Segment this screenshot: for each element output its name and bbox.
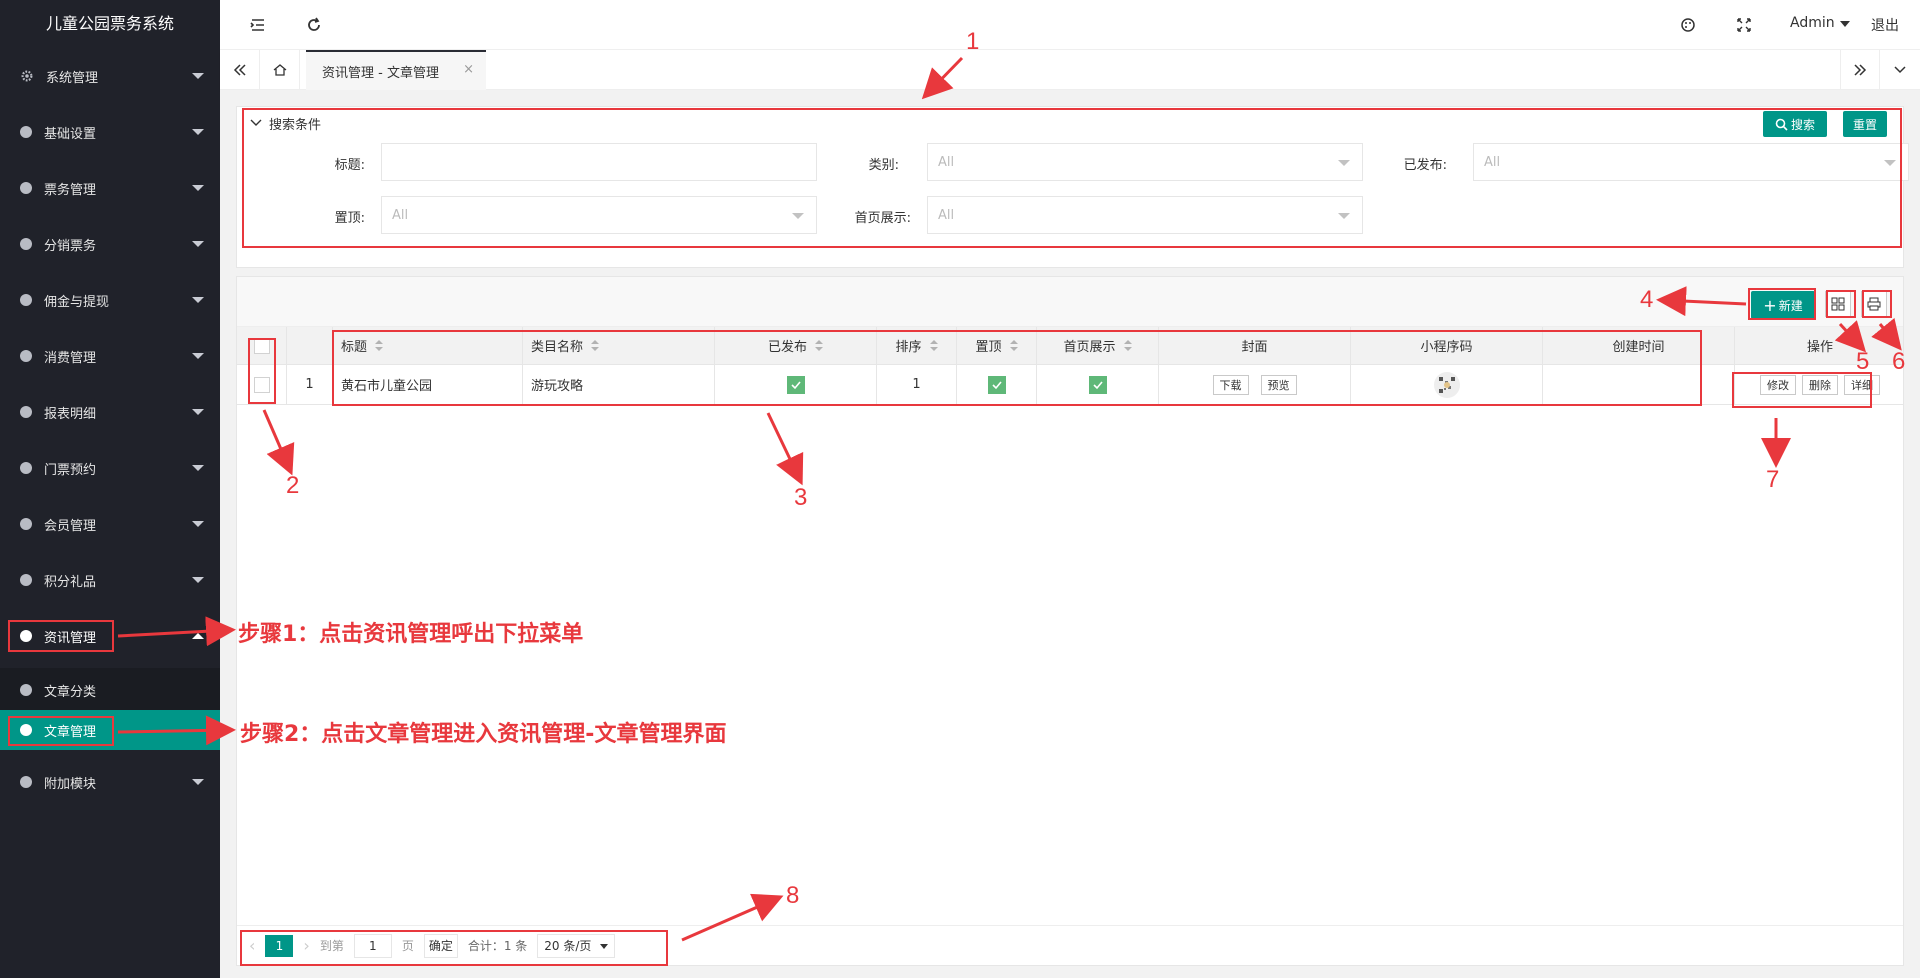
annotation-number-2: 2 xyxy=(286,472,300,499)
bullet-icon xyxy=(20,406,32,418)
logout-link[interactable]: 退出 xyxy=(1871,15,1899,35)
annotation-box-1 xyxy=(242,108,1902,248)
sidebar-item-label: 会员管理 xyxy=(44,518,97,534)
sidebar-item-label: 消费管理 xyxy=(44,350,97,366)
tab-scroll-left[interactable] xyxy=(220,50,260,90)
caret-down-icon xyxy=(192,129,204,135)
topbar: Admin 退出 xyxy=(220,0,1920,50)
tab-scroll-right[interactable] xyxy=(1840,50,1880,90)
annotation-number-6: 6 xyxy=(1892,348,1906,375)
sidebar-item-label: 积分礼品 xyxy=(44,574,97,590)
annotation-box-6 xyxy=(1862,290,1892,318)
theme-icon[interactable] xyxy=(1678,15,1698,35)
annotation-box-step2 xyxy=(8,716,114,746)
caret-down-icon xyxy=(192,577,204,583)
annotation-number-3: 3 xyxy=(794,484,808,511)
annotation-box-4 xyxy=(1748,288,1816,320)
caret-down-icon xyxy=(192,73,204,79)
bullet-icon xyxy=(20,126,32,138)
double-chevron-right-icon xyxy=(1854,64,1867,76)
sidebar-item-label: 报表明细 xyxy=(44,406,97,422)
bullet-icon xyxy=(20,294,32,306)
annotation-number-4: 4 xyxy=(1640,286,1654,313)
sidebar-item-distribution[interactable]: 分销票务 xyxy=(0,224,220,264)
annotation-number-1: 1 xyxy=(966,28,980,55)
caret-down-icon xyxy=(192,241,204,247)
tab-more[interactable] xyxy=(1880,50,1920,90)
sidebar-item-system[interactable]: 系统管理 xyxy=(0,56,220,96)
tab-label: 资讯管理 - 文章管理 xyxy=(322,65,439,81)
sidebar-item-member[interactable]: 会员管理 xyxy=(0,504,220,544)
sidebar-item-label: 基础设置 xyxy=(44,126,97,142)
header-actions-text: 操作 xyxy=(1806,340,1833,355)
tab-strip: 资讯管理 - 文章管理 × xyxy=(220,50,1920,90)
bullet-icon xyxy=(20,350,32,362)
sidebar-item-basic[interactable]: 基础设置 xyxy=(0,112,220,152)
annotation-box-2 xyxy=(248,338,276,404)
app-title: 儿童公园票务系统 xyxy=(45,14,174,33)
caret-down-icon xyxy=(192,297,204,303)
caret-down-icon xyxy=(192,185,204,191)
caret-down-icon xyxy=(192,465,204,471)
chevron-down-icon xyxy=(1840,21,1850,27)
sidebar-item-ticket[interactable]: 票务管理 xyxy=(0,168,220,208)
header-actions: 操作 xyxy=(1735,327,1905,364)
annotation-box-8 xyxy=(240,930,668,966)
annotation-step1: 步骤1：点击资讯管理呼出下拉菜单 xyxy=(238,622,584,647)
row-index: 1 xyxy=(287,365,333,404)
bullet-icon xyxy=(20,574,32,586)
header-index xyxy=(287,327,333,364)
annotation-step2: 步骤2：点击文章管理进入资讯管理-文章管理界面 xyxy=(240,722,727,747)
sidebar-item-commission[interactable]: 佣金与提现 xyxy=(0,280,220,320)
bullet-icon xyxy=(20,462,32,474)
menu-collapse-icon[interactable] xyxy=(248,15,268,35)
sidebar-item-points[interactable]: 积分礼品 xyxy=(0,560,220,600)
user-menu[interactable]: Admin xyxy=(1790,15,1835,31)
sidebar-item-reservation[interactable]: 门票预约 xyxy=(0,448,220,488)
sidebar-item-label: 附加模块 xyxy=(44,776,97,792)
annotation-number-5: 5 xyxy=(1856,348,1870,375)
home-icon xyxy=(273,64,286,76)
app-root: 儿童公园票务系统 系统管理 基础设置 票务管理 分销票务 佣金与提现 消费管理 … xyxy=(0,0,1920,978)
chevron-down-icon xyxy=(1894,66,1906,74)
annotation-number-7: 7 xyxy=(1766,466,1780,493)
close-icon[interactable]: × xyxy=(463,62,474,77)
gear-icon xyxy=(21,70,33,82)
caret-down-icon xyxy=(192,409,204,415)
caret-up-icon xyxy=(192,633,204,639)
annotation-box-7 xyxy=(1732,372,1872,408)
sidebar-item-label: 票务管理 xyxy=(44,182,97,198)
double-chevron-left-icon xyxy=(233,64,246,76)
annotation-number-8: 8 xyxy=(786,882,800,909)
sidebar-item-consume[interactable]: 消费管理 xyxy=(0,336,220,376)
sidebar-item-report[interactable]: 报表明细 xyxy=(0,392,220,432)
sidebar-item-label: 门票预约 xyxy=(44,462,97,478)
caret-down-icon xyxy=(192,521,204,527)
bullet-icon xyxy=(20,776,32,788)
tab-article-manage[interactable]: 资讯管理 - 文章管理 × xyxy=(306,50,486,90)
tab-home[interactable] xyxy=(260,50,300,90)
annotation-box-step1 xyxy=(8,620,114,652)
bullet-icon xyxy=(20,238,32,250)
sidebar-item-label: 佣金与提现 xyxy=(44,294,110,310)
bullet-icon xyxy=(20,518,32,530)
caret-down-icon xyxy=(192,779,204,785)
sidebar: 儿童公园票务系统 系统管理 基础设置 票务管理 分销票务 佣金与提现 消费管理 … xyxy=(0,0,220,978)
fullscreen-icon[interactable] xyxy=(1734,15,1754,35)
annotation-box-5 xyxy=(1826,290,1856,318)
refresh-icon[interactable] xyxy=(304,15,324,35)
sidebar-item-addon[interactable]: 附加模块 xyxy=(0,762,220,802)
sidebar-item-label: 分销票务 xyxy=(44,238,97,254)
caret-down-icon xyxy=(192,353,204,359)
sidebar-item-label: 文章分类 xyxy=(44,684,97,700)
sidebar-subitem-article-category[interactable]: 文章分类 xyxy=(0,670,220,710)
annotation-box-3 xyxy=(332,330,1702,406)
sidebar-item-label: 系统管理 xyxy=(46,70,99,86)
bullet-icon xyxy=(20,182,32,194)
bullet-icon xyxy=(20,684,32,696)
